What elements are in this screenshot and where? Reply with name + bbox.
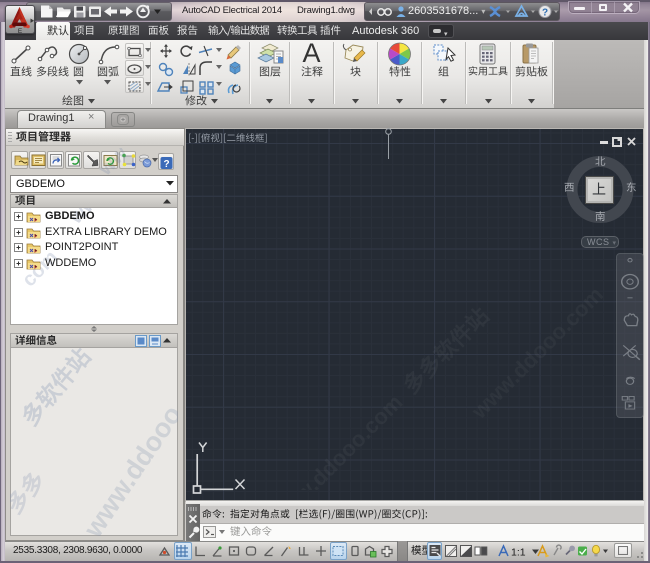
svg-text:?: ? <box>542 8 548 19</box>
svg-text:E: E <box>18 28 23 34</box>
svg-text:1:1: 1:1 <box>511 547 526 559</box>
